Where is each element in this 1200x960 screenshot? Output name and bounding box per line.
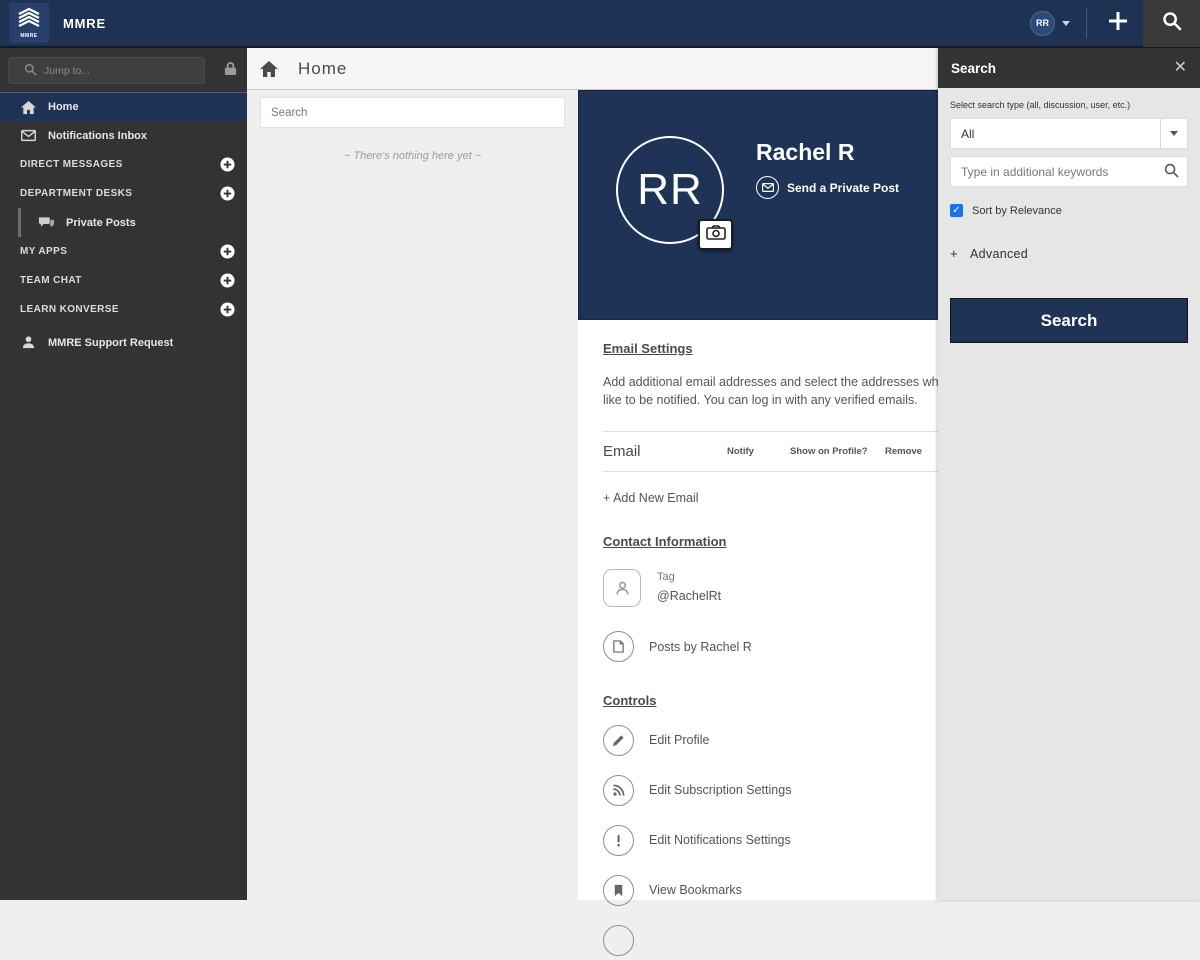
profile-name: Rachel R xyxy=(756,139,854,166)
control-row-partial[interactable] xyxy=(603,920,1023,960)
user-avatar[interactable]: RR xyxy=(1030,11,1055,36)
sidebar-item-mmre-support-request[interactable]: MMRE Support Request xyxy=(0,328,247,357)
envelope-icon xyxy=(20,128,36,144)
chevron-down-icon xyxy=(1161,131,1187,136)
section-label: DEPARTMENT DESKS xyxy=(20,188,132,199)
sort-by-relevance-label: Sort by Relevance xyxy=(972,205,1062,217)
person-badge-icon xyxy=(603,569,641,607)
section-label: MY APPS xyxy=(20,246,67,257)
control-label: Edit Subscription Settings xyxy=(649,783,791,797)
exclamation-icon xyxy=(603,825,634,856)
control-label: Edit Notifications Settings xyxy=(649,833,791,847)
plus-circle-icon[interactable] xyxy=(220,186,235,201)
sort-by-relevance-checkbox[interactable]: ✓ Sort by Relevance xyxy=(950,204,1188,217)
bookmark-icon xyxy=(603,875,634,906)
jump-to-placeholder: Jump to... xyxy=(44,65,90,77)
plus-circle-icon[interactable] xyxy=(220,302,235,317)
camera-icon xyxy=(706,225,726,245)
topbar-divider xyxy=(1086,8,1087,38)
close-icon[interactable]: ✕ xyxy=(1174,60,1187,76)
email-settings-heading[interactable]: Email Settings xyxy=(603,341,693,356)
controls-heading[interactable]: Controls xyxy=(603,693,656,708)
sidebar-item-label: MMRE Support Request xyxy=(48,337,173,349)
circle-icon xyxy=(603,925,634,956)
keywords-placeholder: Type in additional keywords xyxy=(961,165,1108,179)
envelope-icon xyxy=(756,176,779,199)
send-private-post-button[interactable]: Send a Private Post xyxy=(756,176,899,199)
search-panel-title: Search xyxy=(951,61,996,76)
search-panel-header: Search ✕ xyxy=(938,48,1200,88)
send-private-post-label: Send a Private Post xyxy=(787,181,899,195)
chat-bubbles-icon xyxy=(38,216,55,230)
page-title: Home xyxy=(298,59,347,79)
sidebar-item-label: Notifications Inbox xyxy=(48,130,147,142)
sidebar-item-label: Home xyxy=(48,101,79,113)
email-column-header: Email xyxy=(603,443,727,460)
search-type-value: All xyxy=(961,127,974,141)
sidebar-section-my-apps[interactable]: MY APPS xyxy=(0,237,247,266)
section-label: LEARN KONVERSE xyxy=(20,304,119,315)
sidebar-section-department-desks[interactable]: DEPARTMENT DESKS xyxy=(0,179,247,208)
plus-icon xyxy=(1107,10,1129,37)
plus-circle-icon[interactable] xyxy=(220,244,235,259)
rss-icon xyxy=(603,775,634,806)
user-menu[interactable]: RR xyxy=(1030,11,1070,36)
building-icon xyxy=(16,7,42,34)
search-icon xyxy=(1164,163,1179,181)
change-photo-button[interactable] xyxy=(698,219,733,250)
sidebar-item-private-posts[interactable]: Private Posts xyxy=(21,208,247,237)
jump-to-input[interactable]: Jump to... xyxy=(8,57,205,84)
home-icon xyxy=(260,60,278,78)
sidebar-item-notifications-inbox[interactable]: Notifications Inbox xyxy=(0,121,247,150)
plus-icon: + xyxy=(950,246,970,261)
tag-label: Tag xyxy=(657,571,721,583)
home-icon xyxy=(20,99,36,115)
sidebar-item-home[interactable]: Home xyxy=(0,92,247,121)
feed-search-placeholder: Search xyxy=(271,107,307,119)
search-toggle-button[interactable] xyxy=(1143,0,1200,47)
lock-icon[interactable] xyxy=(224,61,237,81)
posts-link-label: Posts by Rachel R xyxy=(649,640,752,654)
sidebar: Jump to... Home Notifications Inbox DIRE… xyxy=(0,48,247,900)
search-icon xyxy=(1162,11,1182,36)
tag-value[interactable]: @RachelRt xyxy=(657,589,721,603)
sidebar-section-team-chat[interactable]: TEAM CHAT xyxy=(0,266,247,295)
search-icon xyxy=(24,63,37,79)
topbar: MMRE MMRE RR xyxy=(0,0,1200,48)
plus-circle-icon[interactable] xyxy=(220,273,235,288)
search-panel: Search ✕ Select search type (all, discus… xyxy=(938,48,1200,900)
chevron-down-icon xyxy=(1062,21,1070,26)
control-label: View Bookmarks xyxy=(649,883,742,897)
search-type-label: Select search type (all, discussion, use… xyxy=(950,100,1188,110)
sidebar-item-label: Private Posts xyxy=(66,217,136,229)
checkbox-checked-icon[interactable]: ✓ xyxy=(950,204,963,217)
create-button[interactable] xyxy=(1101,0,1135,47)
pencil-icon xyxy=(603,725,634,756)
keywords-input[interactable]: Type in additional keywords xyxy=(950,156,1188,187)
contact-information-heading[interactable]: Contact Information xyxy=(603,534,727,549)
add-new-email-link[interactable]: + Add New Email xyxy=(603,491,699,505)
notify-column-header: Notify xyxy=(727,446,790,457)
plus-circle-icon[interactable] xyxy=(220,157,235,172)
mmre-logo[interactable]: MMRE xyxy=(9,3,49,43)
search-type-select[interactable]: All xyxy=(950,118,1188,149)
sidebar-section-learn-konverse[interactable]: LEARN KONVERSE xyxy=(0,295,247,324)
feed-empty-message: ~ There's nothing here yet ~ xyxy=(260,150,565,162)
advanced-toggle[interactable]: + Advanced xyxy=(950,246,1188,261)
control-label: Edit Profile xyxy=(649,733,709,747)
remove-column-header: Remove xyxy=(885,446,922,457)
show-on-profile-column-header: Show on Profile? xyxy=(790,446,885,457)
document-icon xyxy=(603,631,634,662)
logo-word: MMRE xyxy=(20,34,37,39)
section-label: TEAM CHAT xyxy=(20,275,82,286)
feed-search-input[interactable]: Search xyxy=(260,97,565,128)
search-submit-button[interactable]: Search xyxy=(950,298,1188,343)
sidebar-section-direct-messages[interactable]: DIRECT MESSAGES xyxy=(0,150,247,179)
person-icon xyxy=(20,335,36,351)
section-label: DIRECT MESSAGES xyxy=(20,159,123,170)
advanced-label: Advanced xyxy=(970,247,1028,261)
feed-column: Search ~ There's nothing here yet ~ xyxy=(247,90,578,900)
brand-name: MMRE xyxy=(63,16,106,31)
